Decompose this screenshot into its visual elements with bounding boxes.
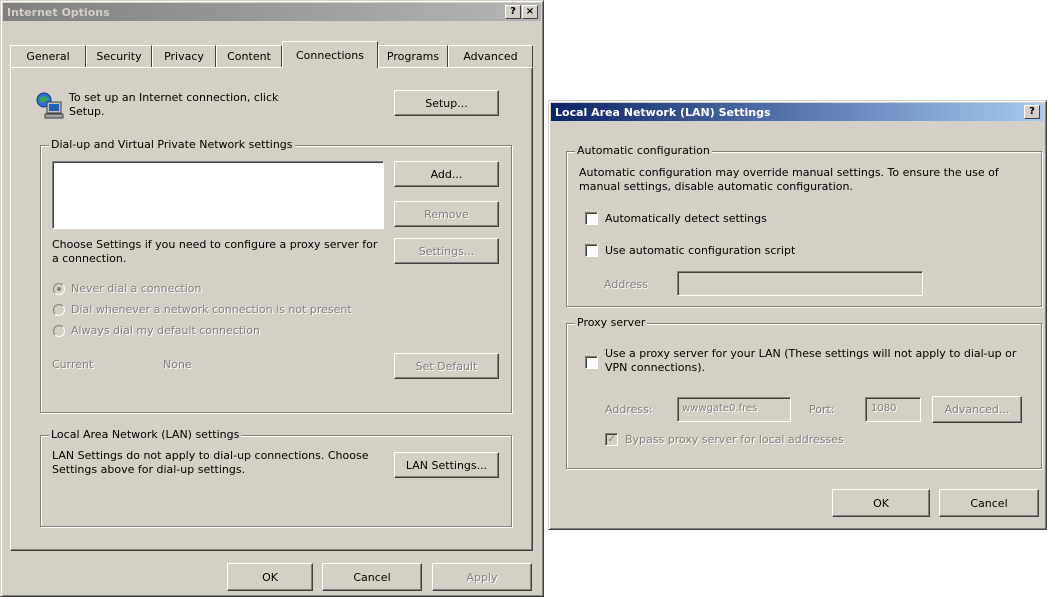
current-label: Current [52,358,94,371]
advanced-button[interactable]: Advanced... [932,396,1022,423]
radio-never-dial[interactable] [53,283,65,295]
lan-cancel-button[interactable]: Cancel [939,489,1039,517]
settings-button[interactable]: Settings... [394,238,499,264]
internet-options-title: Internet Options [7,5,110,19]
script-address-field[interactable] [677,271,923,296]
internet-options-dialog: Internet Options ? × General Security Pr… [0,0,544,597]
radio-always-dial-label: Always dial my default connection [71,324,260,337]
tab-connections[interactable]: Connections [282,41,378,68]
tab-security[interactable]: Security [86,45,152,67]
connections-panel: To set up an Internet connection, click … [10,67,533,551]
lan-instructions: LAN Settings do not apply to dial-up con… [52,449,369,476]
cancel-button[interactable]: Cancel [322,563,422,591]
tab-advanced[interactable]: Advanced [448,45,533,67]
ok-button[interactable]: OK [227,563,313,591]
auto-script-label: Use automatic configuration script [605,244,796,257]
radio-always-dial[interactable] [53,325,65,337]
radio-dial-whenever-label: Dial whenever a network connection is no… [71,303,352,316]
lan-ok-button[interactable]: OK [832,489,930,517]
use-proxy-label: Use a proxy server for your LAN (These s… [605,347,1017,374]
settings-instructions: Choose Settings if you need to configure… [52,238,378,265]
proxy-address-value: wwwgate0.fres [682,403,758,414]
automatic-configuration-text: Automatic configuration may override man… [579,166,999,193]
proxy-server-label: Proxy server [575,316,648,329]
proxy-address-field[interactable]: wwwgate0.fres [677,397,791,422]
lan-settings-dialog: Local Area Network (LAN) Settings ? Auto… [548,100,1047,530]
use-proxy-checkbox[interactable] [585,356,598,369]
auto-detect-label: Automatically detect settings [605,212,767,225]
tab-general[interactable]: General [10,45,86,67]
connections-list[interactable] [52,161,384,229]
lan-help-title-button[interactable]: ? [1024,105,1040,119]
port-value: 1080 [871,403,897,414]
tab-programs[interactable]: Programs [378,45,448,67]
lan-settings-group-label: Local Area Network (LAN) settings [49,428,242,441]
lan-settings-button[interactable]: LAN Settings... [394,452,499,478]
bypass-proxy-label: Bypass proxy server for local addresses [625,433,844,446]
script-address-label: Address [604,278,648,291]
port-label: Port: [809,403,835,416]
tab-content[interactable]: Content [216,45,282,67]
internet-options-titlebar[interactable]: Internet Options ? × [3,3,541,21]
proxy-address-label: Address: [605,403,653,416]
radio-dial-whenever[interactable] [53,304,65,316]
setup-button[interactable]: Setup... [394,90,499,116]
auto-script-checkbox[interactable] [585,244,598,257]
current-value: None [163,358,192,371]
auto-detect-checkbox[interactable] [585,212,598,225]
radio-never-dial-label: Never dial a connection [71,282,202,295]
apply-button[interactable]: Apply [432,563,532,591]
lan-settings-titlebar[interactable]: Local Area Network (LAN) Settings ? [551,103,1044,121]
close-title-button[interactable]: × [522,5,538,19]
set-default-button[interactable]: Set Default [394,353,499,379]
help-title-button[interactable]: ? [505,5,521,19]
bypass-proxy-checkbox[interactable]: ✓ [605,433,618,446]
add-button[interactable]: Add... [394,161,499,187]
automatic-configuration-label: Automatic configuration [575,144,712,157]
tab-privacy[interactable]: Privacy [152,45,216,67]
lan-settings-title: Local Area Network (LAN) Settings [555,105,771,119]
setup-instructions: To set up an Internet connection, click … [69,91,279,118]
port-field[interactable]: 1080 [865,397,921,422]
network-connection-icon [35,90,65,120]
remove-button[interactable]: Remove [394,201,499,227]
dialup-vpn-group-label: Dial-up and Virtual Private Network sett… [49,138,295,151]
